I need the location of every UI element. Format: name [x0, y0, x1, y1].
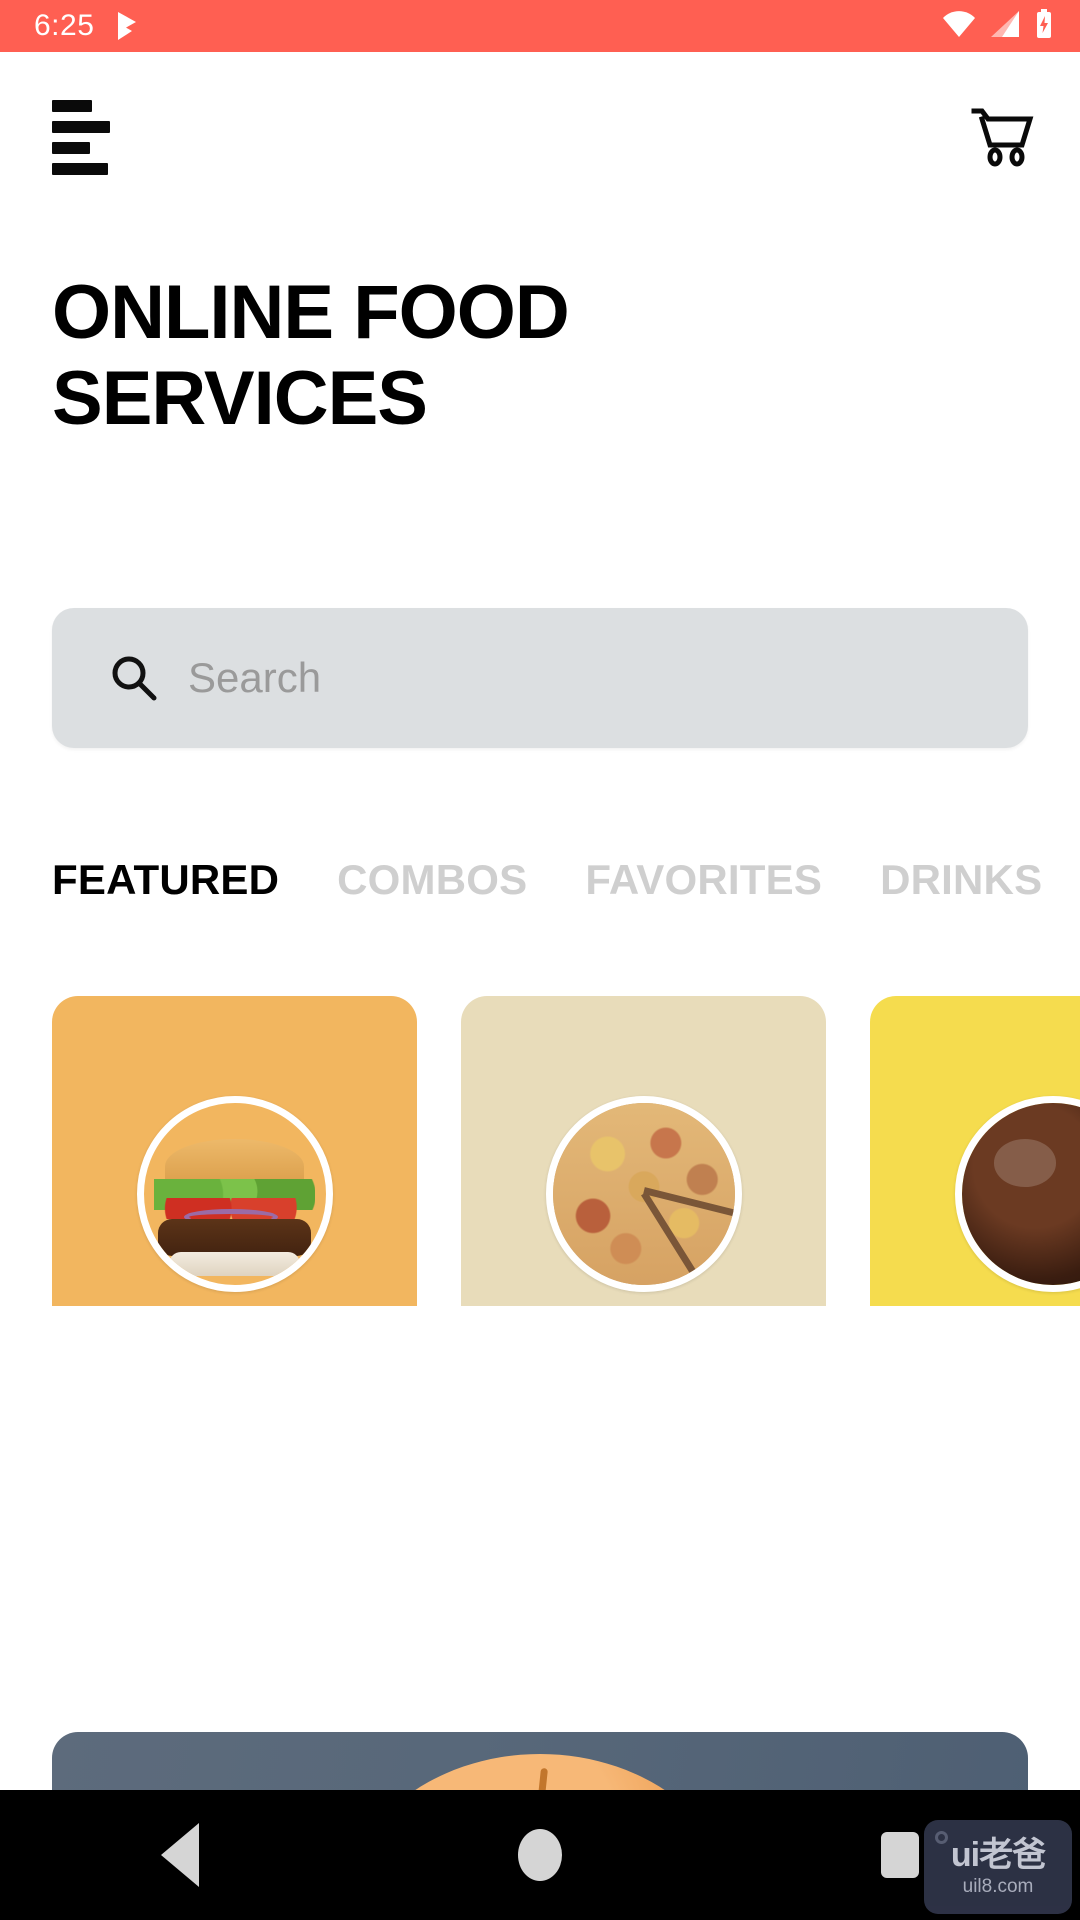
android-nav-bar	[0, 1790, 1080, 1920]
menu-bar-4	[52, 162, 108, 175]
search-placeholder: Search	[188, 654, 322, 701]
home-circle-icon[interactable]	[480, 1795, 600, 1915]
battery-charging-icon	[1034, 8, 1054, 44]
page-title: ONLINE FOOD SERVICES	[52, 270, 570, 441]
watermark-url: uil8.com	[962, 1876, 1034, 1897]
menu-bar-2	[52, 120, 110, 133]
featured-card-list[interactable]: Burger ₵24 Pizza ₵54	[52, 996, 1080, 1306]
search-icon	[110, 654, 158, 702]
watermark-dot-icon	[935, 1831, 948, 1844]
watermark-badge: ui老爸 uil8.com	[924, 1820, 1072, 1914]
menu-bar-1	[52, 99, 92, 112]
hamburger-menu-icon[interactable]	[52, 99, 114, 175]
tab-drinks[interactable]: DRINKS	[880, 856, 1042, 904]
food-card-pizza[interactable]: Pizza ₵54	[461, 996, 826, 1306]
tab-favorites[interactable]: FAVORITES	[585, 856, 822, 904]
category-tabs[interactable]: FEATURED COMBOS FAVORITES DRINKS DOU	[52, 856, 1080, 904]
cellular-signal-icon	[989, 10, 1021, 43]
wifi-icon	[942, 10, 976, 43]
phone-screen: 6:25 ONLINE FOOD SERVICES Search FEATURE…	[0, 0, 1080, 1920]
watermark-title: ui老爸	[950, 1836, 1046, 1874]
search-input[interactable]: Search	[52, 608, 1028, 748]
menu-bar-3	[52, 141, 90, 154]
food-card-next[interactable]	[870, 996, 1080, 1306]
tab-combos[interactable]: COMBOS	[337, 856, 527, 904]
food-card-burger[interactable]: Burger ₵24	[52, 996, 417, 1306]
drink-photo	[954, 1096, 1080, 1292]
status-bar-icons	[942, 8, 1054, 44]
shopping-cart-icon[interactable]	[968, 102, 1038, 172]
burger-photo	[136, 1096, 333, 1292]
app-bar	[0, 52, 1080, 222]
play-store-icon	[116, 11, 142, 41]
pizza-photo	[545, 1096, 742, 1292]
status-bar: 6:25	[0, 0, 1080, 52]
tab-featured[interactable]: FEATURED	[52, 856, 279, 904]
status-bar-time: 6:25	[34, 9, 95, 42]
back-triangle-icon[interactable]	[120, 1795, 240, 1915]
